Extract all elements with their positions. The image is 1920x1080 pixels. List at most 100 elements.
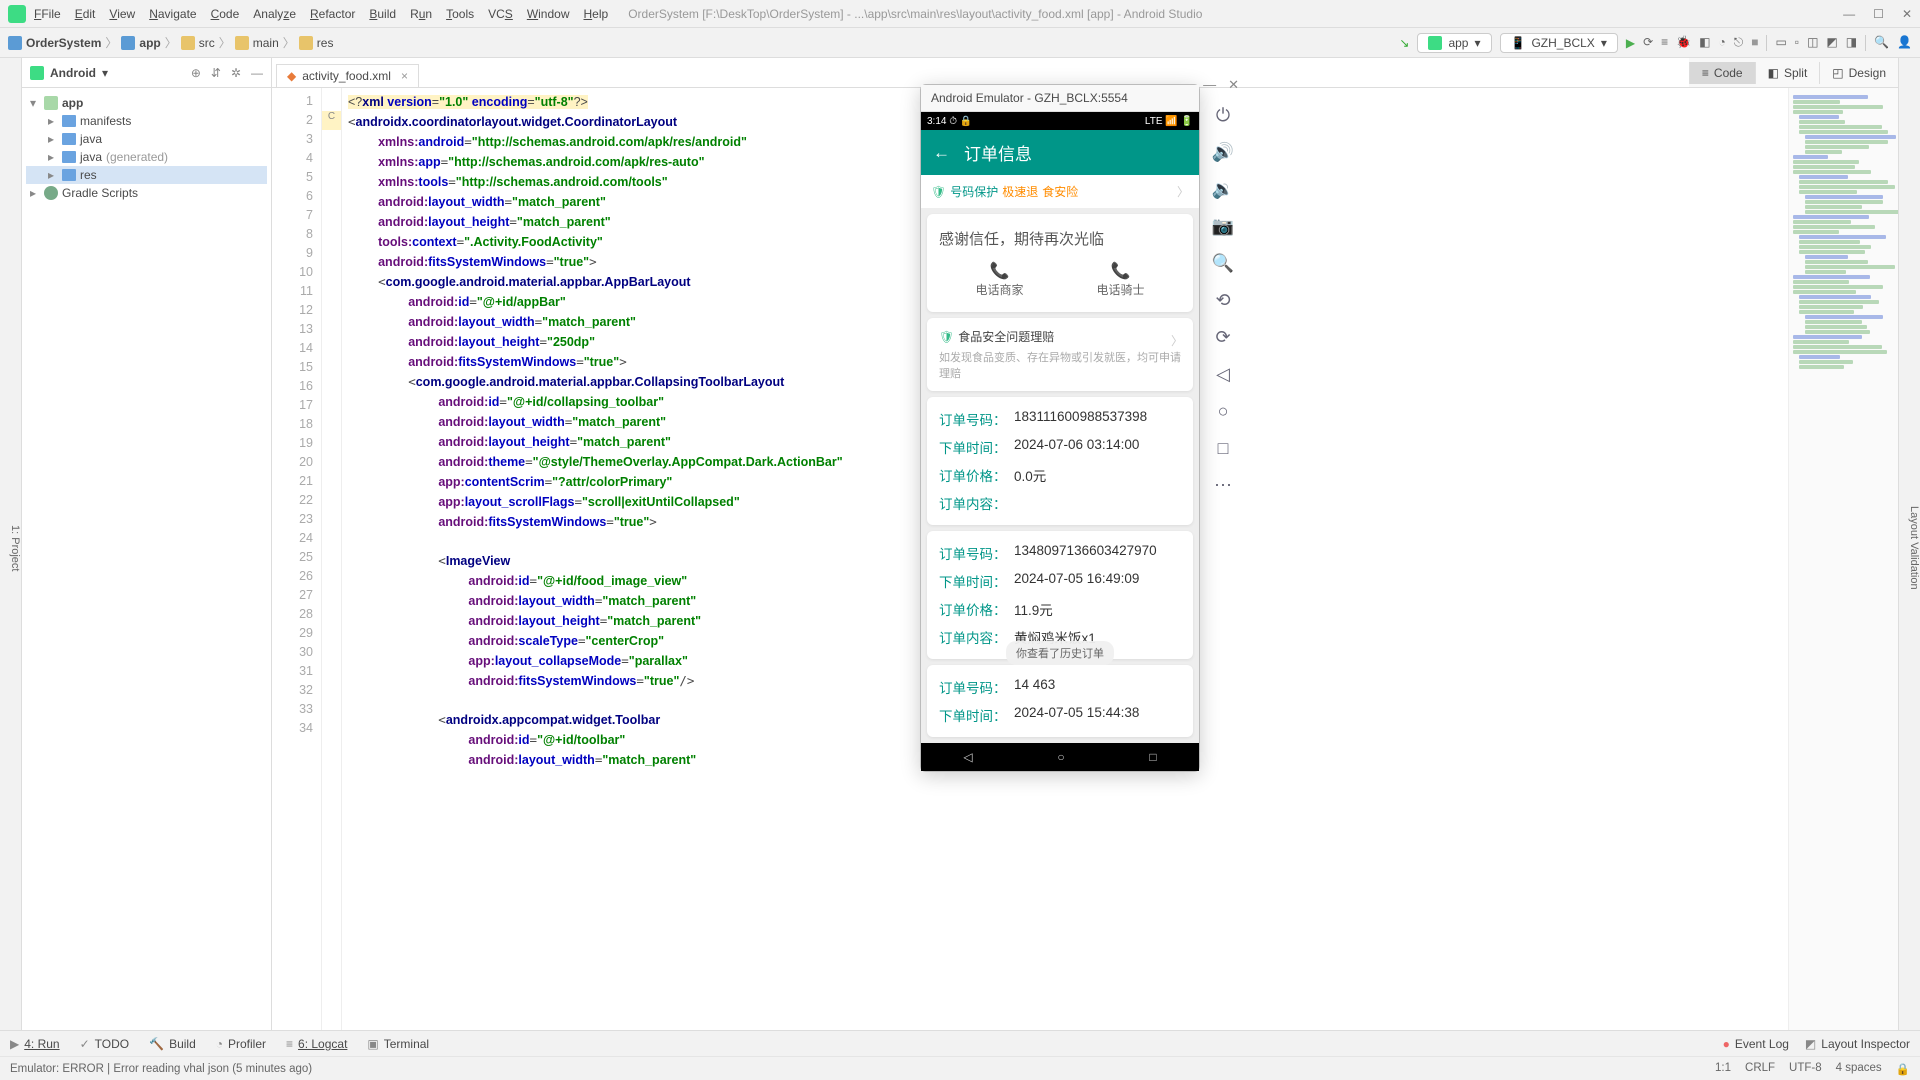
run-toolwindow[interactable]: ▶4: Run <box>10 1037 60 1051</box>
tree-item[interactable]: ▸java (generated) <box>26 148 267 166</box>
camera-icon[interactable]: 📷 <box>1212 216 1234 237</box>
module-icon <box>121 36 135 50</box>
sync-icon[interactable]: ↘ <box>1399 36 1409 50</box>
close-icon[interactable]: ✕ <box>1902 7 1912 21</box>
target-icon[interactable]: ⊕ <box>191 66 201 80</box>
user-icon[interactable]: 👤 <box>1897 35 1912 51</box>
crumb-src[interactable]: src <box>199 36 215 50</box>
stop-icon[interactable]: ■ <box>1751 35 1758 51</box>
menu-view[interactable]: View <box>109 7 135 21</box>
volume-up-icon[interactable]: 🔊 <box>1212 142 1234 163</box>
emulator-window[interactable]: —✕ Android Emulator - GZH_BCLX:5554 3:14… <box>920 84 1200 772</box>
menu-analyze[interactable]: Analyze <box>253 7 296 21</box>
attach-icon[interactable]: ⎋ <box>1734 35 1744 51</box>
device-combo[interactable]: 📱GZH_BCLX▾ <box>1500 33 1618 53</box>
todo-toolwindow[interactable]: ✓TODO <box>80 1037 130 1051</box>
tree-selector[interactable]: Android <box>50 66 96 80</box>
tree-root[interactable]: ▾app <box>26 94 267 112</box>
apply-changes-icon[interactable]: ⟳ <box>1643 35 1653 51</box>
avd-icon[interactable]: ▭ <box>1775 35 1786 51</box>
menu-build[interactable]: Build <box>369 7 396 21</box>
line-sep[interactable]: CRLF <box>1745 1062 1775 1076</box>
project-tab[interactable]: 1: Project <box>9 525 21 571</box>
tree-gradle[interactable]: ▸Gradle Scripts <box>26 184 267 202</box>
power-icon[interactable]: ⏻ <box>1216 105 1230 126</box>
build-toolwindow[interactable]: 🔨Build <box>149 1037 196 1051</box>
run-icon[interactable]: ▶ <box>1626 36 1635 50</box>
window-controls: — ☐ ✕ <box>1843 7 1912 21</box>
lock-icon[interactable]: 🔒 <box>1896 1062 1910 1076</box>
db-icon[interactable]: ◨ <box>1846 35 1857 51</box>
status-message: Emulator: ERROR | Error reading vhal jso… <box>10 1063 312 1075</box>
layout-view-switcher: ≡ Code ◧ Split ◰ Design <box>1689 58 1898 88</box>
terminal-toolwindow[interactable]: ▣Terminal <box>367 1037 429 1051</box>
zoom-icon[interactable]: 🔍 <box>1212 253 1234 274</box>
more-icon[interactable]: ⋯ <box>1214 475 1232 496</box>
badge-bar[interactable]: 🛡 号码保护 极速退 食安险 〉 <box>921 175 1199 208</box>
gear-icon[interactable]: ✲ <box>231 66 241 80</box>
menu-window[interactable]: Window <box>527 7 570 21</box>
split-view-button[interactable]: ◧ Split <box>1755 62 1820 84</box>
layout-insp-icon[interactable]: ◩ <box>1826 35 1837 51</box>
emu-close-icon[interactable]: ✕ <box>1228 77 1239 93</box>
nav-recent-icon[interactable]: □ <box>1149 750 1156 764</box>
menu-tools[interactable]: Tools <box>446 7 474 21</box>
volume-down-icon[interactable]: 🔉 <box>1212 179 1234 200</box>
nav-overview-hw-icon[interactable]: □ <box>1218 438 1229 459</box>
nav-back-hw-icon[interactable]: ◁ <box>1216 364 1230 385</box>
debug-icon[interactable]: 🐞 <box>1676 35 1691 51</box>
menu-navigate[interactable]: Navigate <box>149 7 196 21</box>
tree-item[interactable]: ▸java <box>26 130 267 148</box>
maximize-icon[interactable]: ☐ <box>1873 7 1884 21</box>
apply-code-icon[interactable]: ≡ <box>1661 35 1668 51</box>
menu-run[interactable]: Run <box>410 7 432 21</box>
menu-edit[interactable]: Edit <box>75 7 96 21</box>
nav-home-hw-icon[interactable]: ○ <box>1218 401 1229 422</box>
rotate-right-icon[interactable]: ⟳ <box>1215 327 1230 348</box>
crumb-app[interactable]: app <box>139 36 160 50</box>
event-log[interactable]: ●Event Log <box>1723 1037 1789 1051</box>
indent[interactable]: 4 spaces <box>1836 1062 1882 1076</box>
chevron-down-icon[interactable]: ▾ <box>102 66 108 80</box>
coverage-icon[interactable]: ◧ <box>1699 35 1710 51</box>
close-tab-icon[interactable]: × <box>401 69 408 83</box>
minimap[interactable] <box>1788 88 1898 1030</box>
safety-card[interactable]: 🛡食品安全问题理赔 如发现食品变质、存在异物或引发就医，均可申请理赔 〉 <box>927 318 1193 391</box>
code-view-button[interactable]: ≡ Code <box>1689 62 1755 84</box>
collapse-icon[interactable]: — <box>251 66 263 80</box>
bottom-toolbar: ▶4: Run ✓TODO 🔨Build ◔Profiler ≡6: Logca… <box>0 1030 1920 1056</box>
caret-pos[interactable]: 1:1 <box>1715 1062 1731 1076</box>
crumb-root[interactable]: OrderSystem <box>26 36 101 50</box>
back-icon[interactable]: ← <box>933 143 950 163</box>
menu-help[interactable]: Help <box>584 7 609 21</box>
menu-vcs[interactable]: VCS <box>488 7 513 21</box>
call-merchant-button[interactable]: 📞电话商家 <box>939 261 1060 298</box>
run-config-combo[interactable]: app▾ <box>1417 33 1491 53</box>
menubar: FFile Edit View Navigate Code Analyze Re… <box>0 0 1920 28</box>
menu-file[interactable]: FFile <box>34 7 61 21</box>
layout-inspector[interactable]: ◩Layout Inspector <box>1805 1037 1910 1051</box>
menu-code[interactable]: Code <box>211 7 240 21</box>
call-rider-button[interactable]: 📞电话骑士 <box>1060 261 1181 298</box>
rotate-left-icon[interactable]: ⟲ <box>1215 290 1230 311</box>
tree-item[interactable]: ▸manifests <box>26 112 267 130</box>
profiler-toolwindow[interactable]: ◔Profiler <box>216 1037 266 1051</box>
editor-tab[interactable]: ◆ activity_food.xml × <box>276 64 419 87</box>
design-view-button[interactable]: ◰ Design <box>1819 62 1898 84</box>
layout-validation-tab[interactable]: Layout Validation <box>1908 506 1920 590</box>
filter-icon[interactable]: ⇵ <box>211 66 221 80</box>
nav-home-icon[interactable]: ○ <box>1057 750 1064 764</box>
resource-mgr-icon[interactable]: ◫ <box>1807 35 1818 51</box>
menu-refactor[interactable]: Refactor <box>310 7 355 21</box>
crumb-res[interactable]: res <box>317 36 334 50</box>
emu-minimize-icon[interactable]: — <box>1203 77 1216 93</box>
logcat-toolwindow[interactable]: ≡6: Logcat <box>286 1037 347 1051</box>
search-icon[interactable]: 🔍 <box>1874 35 1889 51</box>
encoding[interactable]: UTF-8 <box>1789 1062 1822 1076</box>
tree-item-selected[interactable]: ▸res <box>26 166 267 184</box>
sdk-icon[interactable]: ▫ <box>1795 35 1799 51</box>
profiler-icon[interactable]: ◔ <box>1718 35 1725 51</box>
crumb-main[interactable]: main <box>253 36 279 50</box>
minimize-icon[interactable]: — <box>1843 7 1855 21</box>
nav-back-icon[interactable]: ◁ <box>963 750 972 764</box>
